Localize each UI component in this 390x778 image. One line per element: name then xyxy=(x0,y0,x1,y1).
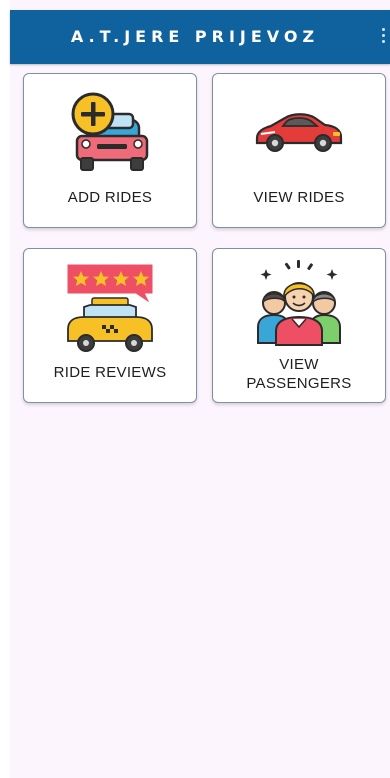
more-vertical-icon[interactable] xyxy=(382,28,386,48)
app-screen: A.T.JERE PRIJEVOZ ADD RIDES VIEW RIDES R… xyxy=(0,0,390,778)
passengers-group-icon xyxy=(257,260,341,346)
taxi-star-rating-icon xyxy=(67,264,153,352)
view-passengers-label: VIEW PASSENGERS xyxy=(246,356,352,392)
app-bar: A.T.JERE PRIJEVOZ xyxy=(10,10,390,64)
left-gutter xyxy=(0,0,10,778)
add-rides-label: ADD RIDES xyxy=(67,189,153,206)
red-sports-car-icon xyxy=(255,113,343,152)
add-rides-button[interactable]: ADD RIDES xyxy=(23,73,197,228)
view-rides-button[interactable]: VIEW RIDES xyxy=(212,73,386,228)
add-car-icon xyxy=(71,92,149,171)
ride-reviews-button[interactable]: RIDE REVIEWS xyxy=(23,248,197,403)
ride-reviews-label: RIDE REVIEWS xyxy=(53,364,167,381)
view-passengers-button[interactable]: VIEW PASSENGERS xyxy=(212,248,386,403)
view-rides-label: VIEW RIDES xyxy=(253,189,345,206)
app-title: A.T.JERE PRIJEVOZ xyxy=(70,27,320,46)
